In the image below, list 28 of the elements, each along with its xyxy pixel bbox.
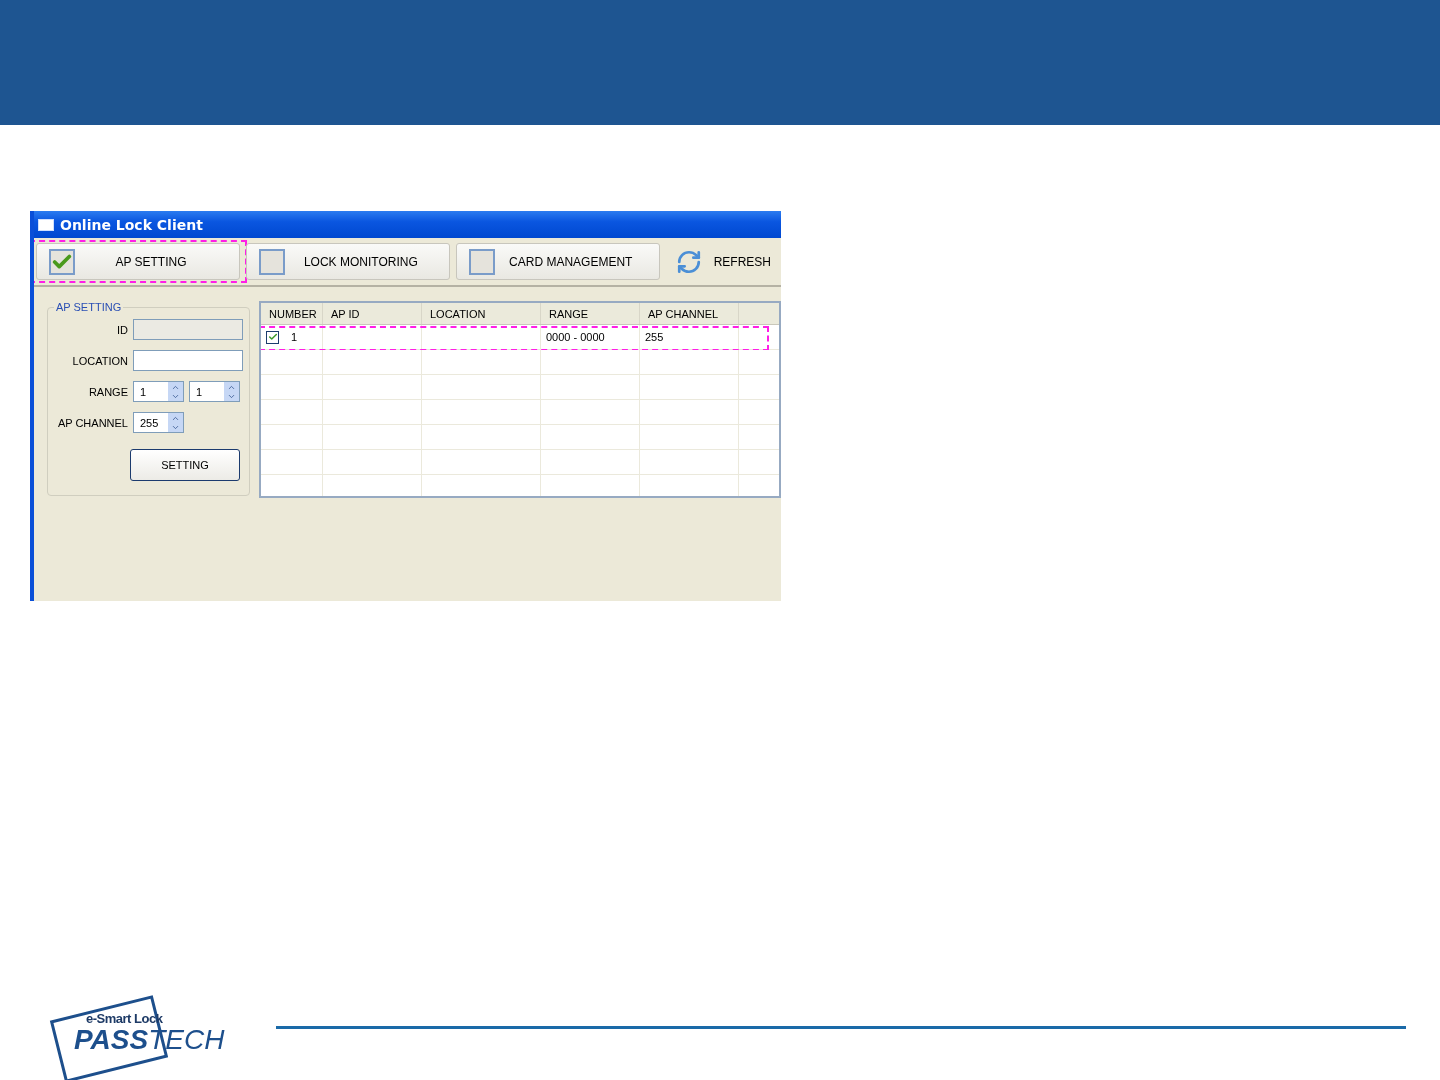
column-header[interactable]: NUMBER [261, 303, 323, 324]
spin-field[interactable]: 255 [133, 412, 184, 433]
column-header[interactable]: RANGE [541, 303, 640, 324]
spin-arrows-icon[interactable] [224, 382, 239, 401]
column-header[interactable]: AP ID [323, 303, 422, 324]
checkbox[interactable] [266, 330, 279, 344]
window-icon [38, 218, 54, 231]
table-cell: 1 [291, 331, 298, 343]
refresh-icon [675, 248, 702, 275]
field-label: ID [116, 323, 128, 336]
spin-field[interactable]: 1 [133, 381, 184, 402]
table-cell: 255 [645, 331, 664, 343]
column-header[interactable]: AP CHANNEL [640, 303, 739, 324]
tab-button[interactable]: LOCK MONITORING [245, 243, 450, 280]
column-header[interactable]: LOCATION [422, 303, 541, 324]
spin-arrows-icon[interactable] [168, 413, 183, 432]
spin-arrows-icon[interactable] [168, 382, 183, 401]
input-field[interactable] [133, 350, 243, 371]
table-cell: 0000 - 0000 [546, 331, 605, 343]
refresh-button[interactable]: REFRESH [665, 248, 781, 275]
spin-field[interactable]: 1 [189, 381, 240, 402]
window-title: Online Lock Client [60, 216, 203, 233]
field-label: LOCATION [71, 354, 128, 367]
group-title: AP SETTING [55, 301, 123, 313]
field-label: RANGE [87, 385, 128, 398]
tab-button[interactable]: CARD MANAGEMENT [455, 243, 660, 280]
field-label: AP CHANNEL [56, 416, 128, 429]
setting-button[interactable]: SETTING [130, 449, 240, 481]
